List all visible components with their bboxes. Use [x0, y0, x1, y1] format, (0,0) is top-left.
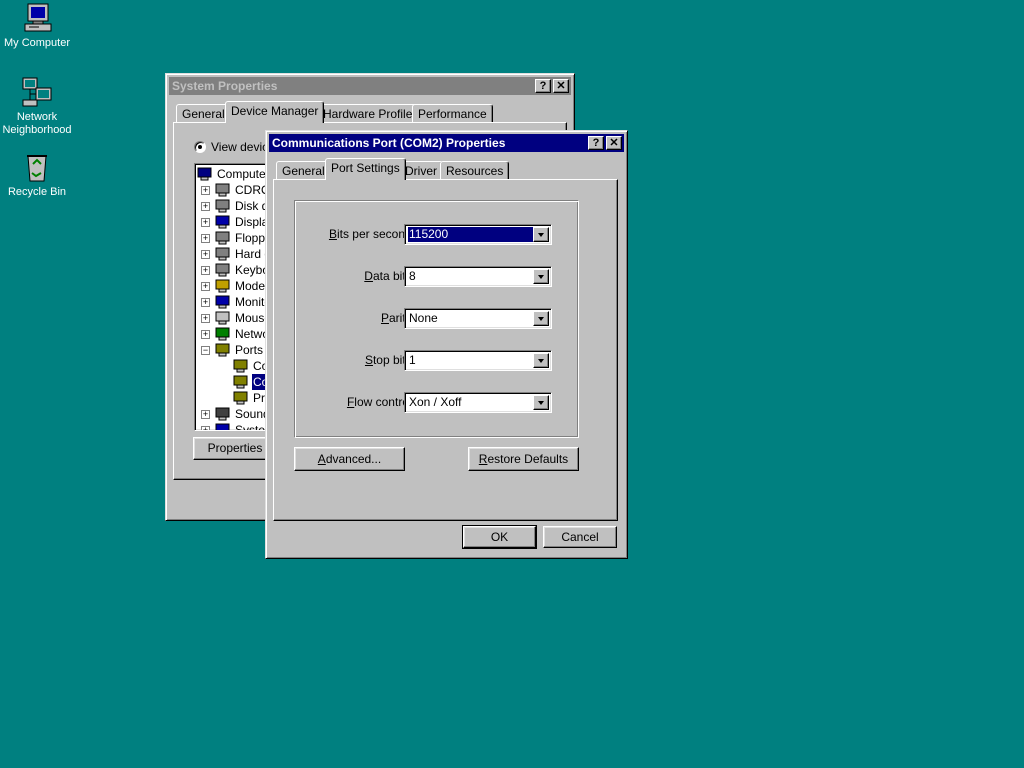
keyboard-icon: [215, 263, 231, 277]
expand-icon[interactable]: +: [201, 330, 210, 339]
modem-icon: [215, 279, 231, 293]
desktop-icon-my-computer[interactable]: My Computer: [0, 2, 77, 50]
expand-icon[interactable]: +: [201, 186, 210, 195]
stop-bits-value: 1: [409, 353, 416, 367]
recycle-bin-label: Recycle Bin: [7, 186, 67, 198]
network-neighborhood-icon: [21, 76, 53, 108]
computer-icon: [197, 167, 213, 181]
port-settings-panel: Bits per second: 115200 Data bits: 8 Par…: [273, 179, 618, 521]
advanced-button-rest: dvanced...: [325, 452, 382, 466]
chevron-down-icon[interactable]: [533, 269, 549, 284]
com2-properties-titlebar[interactable]: Communications Port (COM2) Properties ? …: [269, 134, 624, 152]
flow-control-label: Flow control:: [346, 395, 415, 409]
expand-icon[interactable]: +: [201, 218, 210, 227]
close-button[interactable]: ✕: [553, 79, 569, 93]
data-bits-label: Data bits:: [364, 269, 415, 283]
expand-icon[interactable]: +: [201, 266, 210, 275]
advanced-button[interactable]: Advanced...: [294, 447, 405, 471]
parity-combo[interactable]: None: [404, 308, 552, 329]
sound-icon: [215, 407, 231, 421]
tab-port-settings[interactable]: Port Settings: [325, 158, 406, 180]
bits-per-second-value: 115200: [407, 226, 535, 243]
tab-resources[interactable]: Resources: [440, 161, 510, 180]
tab-general[interactable]: General: [176, 104, 231, 123]
disk-icon: [215, 199, 231, 213]
harddisk-icon: [215, 247, 231, 261]
expand-icon[interactable]: +: [201, 250, 210, 259]
desktop-icon-recycle-bin[interactable]: Recycle Bin: [0, 151, 77, 199]
floppy-icon: [215, 231, 231, 245]
port-icon: [233, 359, 249, 373]
cancel-button[interactable]: Cancel: [543, 526, 617, 548]
chevron-down-icon[interactable]: [533, 395, 549, 410]
my-computer-icon: [21, 2, 53, 34]
desktop-icon-network-neighborhood[interactable]: Network Neighborhood: [0, 76, 77, 137]
stop-bits-combo[interactable]: 1: [404, 350, 552, 371]
port-settings-group: Bits per second: 115200 Data bits: 8 Par…: [294, 200, 579, 438]
stop-bits-label: Stop bits:: [364, 353, 415, 367]
help-button[interactable]: ?: [535, 79, 551, 93]
network-neighborhood-label: Network Neighborhood: [2, 111, 72, 136]
parity-label: Parity:: [380, 311, 415, 325]
parity-value: None: [409, 311, 438, 325]
expand-icon[interactable]: +: [201, 282, 210, 291]
ok-button[interactable]: OK: [462, 525, 537, 549]
collapse-icon[interactable]: −: [201, 346, 210, 355]
com2-properties-title: Communications Port (COM2) Properties: [272, 136, 506, 150]
chevron-down-icon[interactable]: [533, 311, 549, 326]
close-button[interactable]: ✕: [606, 136, 622, 150]
network-icon: [215, 327, 231, 341]
tab-general[interactable]: General: [276, 161, 331, 180]
bits-per-second-label: Bits per second:: [328, 227, 415, 241]
system-icon: [215, 423, 231, 430]
port-icon: [233, 375, 249, 389]
system-properties-title: System Properties: [172, 79, 278, 93]
expand-icon[interactable]: +: [201, 298, 210, 307]
port-icon: [233, 391, 249, 405]
flow-control-value: Xon / Xoff: [409, 395, 462, 409]
tree-item-label: Computer: [217, 167, 270, 181]
expand-icon[interactable]: +: [201, 426, 210, 430]
chevron-down-icon[interactable]: [533, 227, 549, 242]
help-button[interactable]: ?: [588, 136, 604, 150]
expand-icon[interactable]: +: [201, 202, 210, 211]
tab-hardware-profiles[interactable]: Hardware Profiles: [317, 104, 425, 123]
cdrom-icon: [215, 183, 231, 197]
display-icon: [215, 215, 231, 229]
com2-properties-dialog: Communications Port (COM2) Properties ? …: [265, 130, 628, 559]
tab-performance[interactable]: Performance: [412, 104, 493, 123]
restore-defaults-button[interactable]: Restore Defaults: [468, 447, 579, 471]
tab-device-manager[interactable]: Device Manager: [225, 101, 325, 123]
recycle-bin-icon: [21, 151, 53, 183]
tree-item-label: Pr: [253, 391, 265, 405]
restore-defaults-button-rest: estore Defaults: [487, 452, 569, 466]
view-by-type-radio[interactable]: [194, 141, 206, 153]
expand-icon[interactable]: +: [201, 234, 210, 243]
data-bits-value: 8: [409, 269, 416, 283]
system-properties-titlebar[interactable]: System Properties ? ✕: [169, 77, 571, 95]
expand-icon[interactable]: +: [201, 314, 210, 323]
port-icon: [215, 343, 231, 357]
flow-control-combo[interactable]: Xon / Xoff: [404, 392, 552, 413]
data-bits-combo[interactable]: 8: [404, 266, 552, 287]
mouse-icon: [215, 311, 231, 325]
my-computer-label: My Computer: [3, 37, 71, 49]
expand-icon[interactable]: +: [201, 410, 210, 419]
bits-per-second-combo[interactable]: 115200: [404, 224, 552, 245]
monitor-icon: [215, 295, 231, 309]
chevron-down-icon[interactable]: [533, 353, 549, 368]
